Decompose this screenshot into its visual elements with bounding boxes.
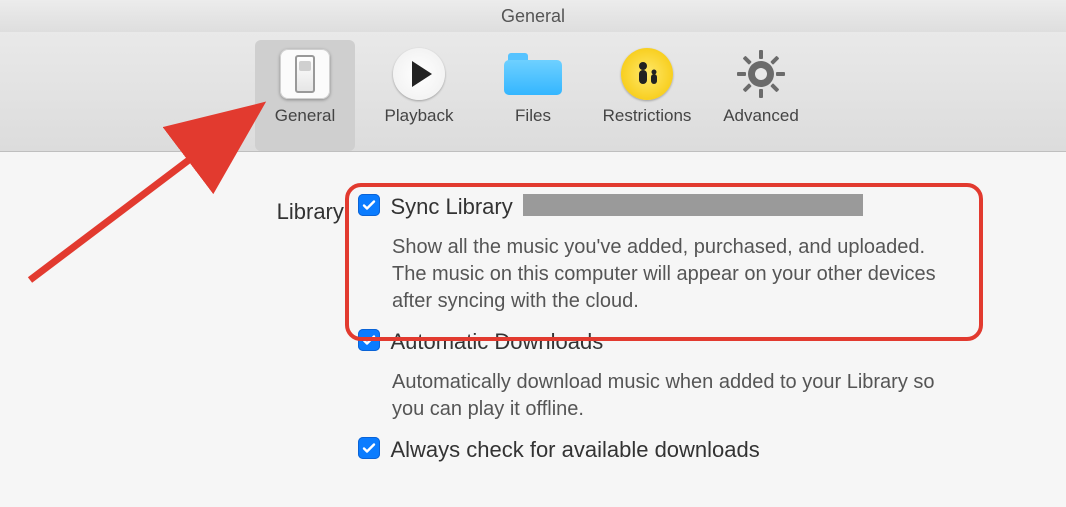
tab-label: Files: [515, 106, 551, 126]
tab-general[interactable]: General: [255, 40, 355, 151]
option-title: Automatic Downloads: [390, 329, 603, 355]
option-always-check-downloads: Always check for available downloads: [358, 437, 1066, 463]
general-pane: Library: Sync Library Show all the music…: [0, 152, 1066, 507]
option-description: Show all the music you've added, purchas…: [392, 234, 952, 315]
window-title: General: [0, 0, 1066, 32]
option-title: Always check for available downloads: [390, 437, 759, 463]
option-automatic-downloads: Automatic Downloads Automatically downlo…: [358, 329, 1066, 423]
tab-advanced[interactable]: Advanced: [711, 40, 811, 151]
checkbox-automatic-downloads[interactable]: [358, 329, 380, 351]
library-section-label: Library:: [0, 194, 358, 225]
gear-icon: [731, 44, 791, 104]
folder-icon: [503, 44, 563, 104]
parental-icon: [617, 44, 677, 104]
option-description: Automatically download music when added …: [392, 369, 952, 423]
redacted-text: [523, 194, 863, 216]
checkbox-always-check-downloads[interactable]: [358, 437, 380, 459]
checkbox-sync-library[interactable]: [358, 194, 380, 216]
option-sync-library: Sync Library Show all the music you've a…: [358, 194, 1066, 315]
tab-files[interactable]: Files: [483, 40, 583, 151]
preferences-toolbar: General Playback Files: [0, 32, 1066, 152]
tab-label: General: [275, 106, 335, 126]
option-title: Sync Library: [390, 194, 512, 220]
tab-restrictions[interactable]: Restrictions: [597, 40, 697, 151]
switch-icon: [275, 44, 335, 104]
tab-label: Restrictions: [603, 106, 692, 126]
tab-label: Playback: [385, 106, 454, 126]
play-icon: [389, 44, 449, 104]
tab-playback[interactable]: Playback: [369, 40, 469, 151]
tab-label: Advanced: [723, 106, 799, 126]
